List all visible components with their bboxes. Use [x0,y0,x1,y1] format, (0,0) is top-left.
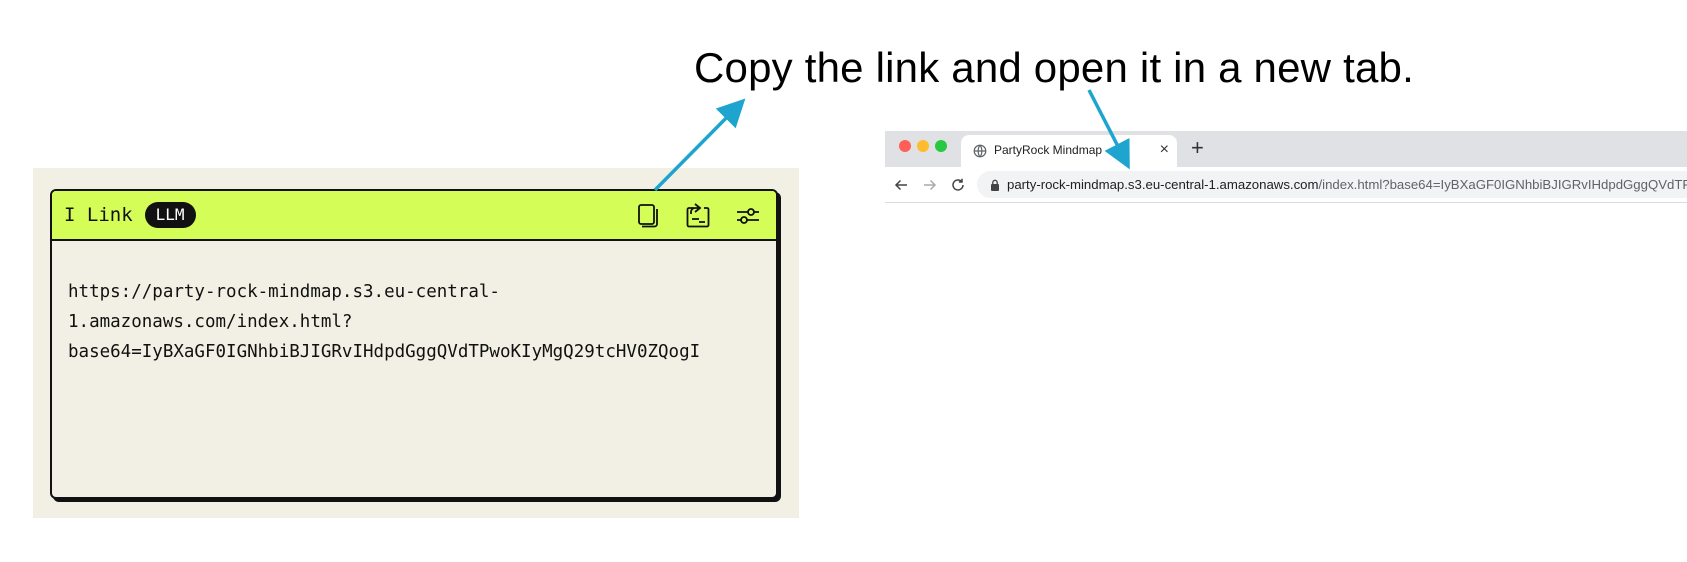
url-host: party-rock-mindmap.s3.eu-central-1.amazo… [1007,177,1319,192]
widget-title: I Link [64,204,133,226]
url-path: /index.html?base64=IyBXaGF0IGNhbiBJIGRvI… [1318,177,1687,192]
globe-icon [973,144,987,158]
link-text[interactable]: https://party-rock-mindmap.s3.eu-central… [52,241,776,367]
link-widget: I Link LLM https://party-rock-mindmap.s3… [50,189,778,499]
close-window-button[interactable] [899,140,911,152]
copy-icon[interactable] [634,202,662,230]
minimize-window-button[interactable] [917,140,929,152]
widget-actions [634,202,762,230]
browser-window: PartyRock Mindmap × + party-rock-mindmap… [885,131,1687,203]
export-icon[interactable] [684,202,712,230]
tab-title: PartyRock Mindmap [994,143,1103,157]
browser-titlebar: PartyRock Mindmap × + [885,131,1687,167]
close-tab-icon[interactable]: × [1160,141,1169,159]
back-icon[interactable] [893,177,909,193]
llm-badge: LLM [144,202,196,228]
widget-header: I Link LLM [52,191,776,241]
new-tab-button[interactable]: + [1191,135,1204,161]
instruction-text: Copy the link and open it in a new tab. [694,44,1414,91]
browser-tab[interactable]: PartyRock Mindmap × [961,135,1177,167]
settings-sliders-icon[interactable] [734,202,762,230]
reload-icon[interactable] [950,177,966,193]
browser-toolbar: party-rock-mindmap.s3.eu-central-1.amazo… [885,167,1687,203]
forward-icon[interactable] [922,177,938,193]
maximize-window-button[interactable] [935,140,947,152]
lock-icon [991,179,999,191]
url-text[interactable]: party-rock-mindmap.s3.eu-central-1.amazo… [1007,177,1687,192]
address-bar[interactable]: party-rock-mindmap.s3.eu-central-1.amazo… [977,171,1687,198]
